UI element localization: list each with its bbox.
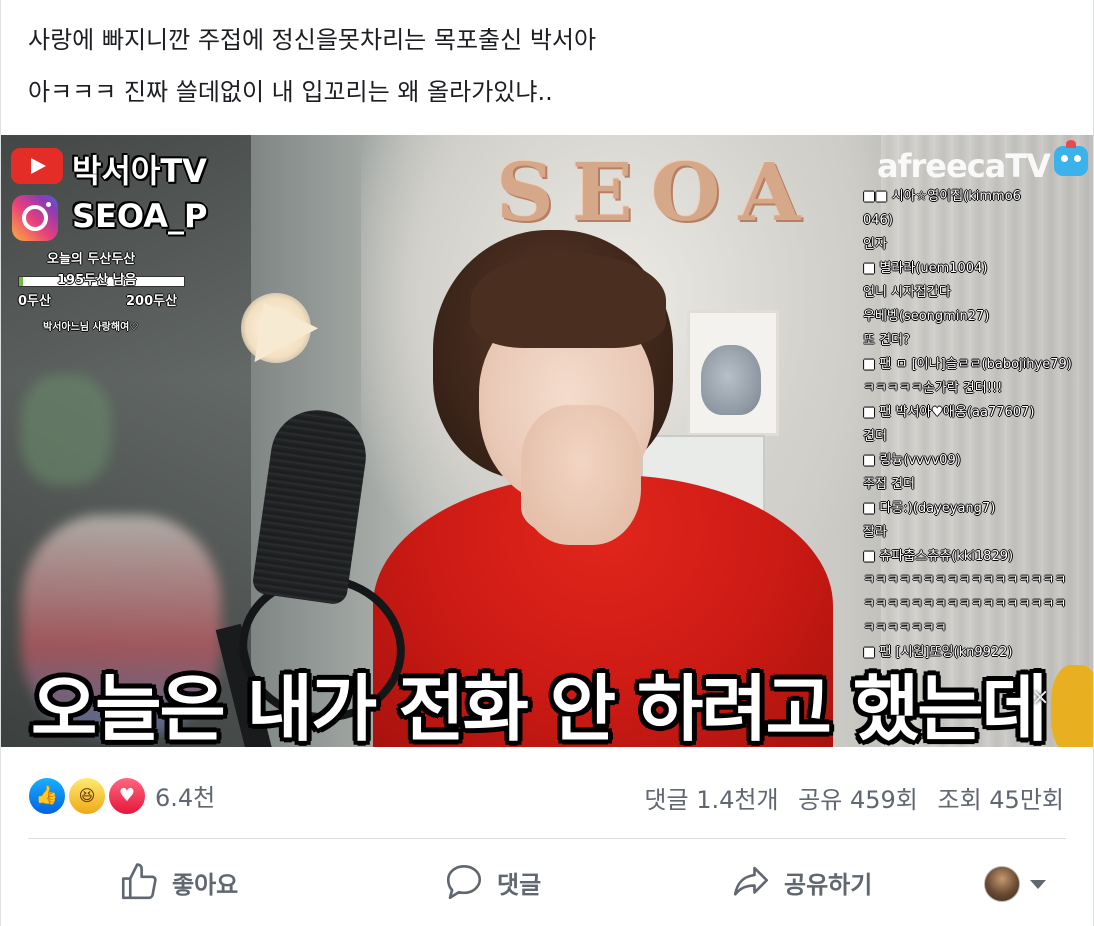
chat-line: ■■ 시아☆영이집(kimmo6 bbox=[863, 189, 1021, 204]
chat-line: ㅋㅋㅋㅋㅋㅋㅋㅋㅋㅋㅋㅋㅋㅋㅋㅋㅋ bbox=[863, 597, 1067, 612]
share-count[interactable]: 공유 459회 bbox=[798, 786, 918, 814]
afreecatv-watermark: afreecaTV bbox=[877, 147, 1051, 185]
comment-icon bbox=[446, 864, 482, 900]
like-button-label: 좋아요 bbox=[172, 870, 239, 899]
like-icon: 👍 bbox=[27, 776, 67, 816]
video-subtitle: 오늘은 내가 전화 안 하려고 했는데 bbox=[31, 667, 1048, 747]
instagram-handle: SEOA_P bbox=[72, 197, 208, 235]
chat-line: ㅋㅋㅋㅋㅋㅋㅋㅋㅋㅋㅋㅋㅋㅋㅋㅋㅋ bbox=[863, 573, 1067, 588]
goal-remaining: 195두산 남음 bbox=[57, 273, 137, 288]
comment-button-label: 댓글 bbox=[497, 870, 542, 899]
chat-line: 또 견더? bbox=[863, 333, 910, 348]
yellow-object bbox=[1051, 665, 1093, 747]
like-button[interactable]: 좋아요 bbox=[118, 852, 238, 912]
chevron-down-icon bbox=[1030, 879, 1046, 889]
chat-line: 인자 bbox=[863, 237, 887, 252]
goal-min: 0두산 bbox=[18, 294, 51, 309]
fan-caption: 박서아느님 사랑해여♡ bbox=[43, 322, 139, 333]
close-icon[interactable]: × bbox=[1031, 685, 1049, 710]
blurred-plant bbox=[21, 375, 111, 485]
comment-count[interactable]: 댓글 1.4천개 bbox=[644, 786, 778, 814]
youtube-channel-name: 박서아TV bbox=[72, 152, 207, 190]
view-count: 조회 45만회 bbox=[937, 786, 1065, 814]
chat-line: 잘라 bbox=[863, 525, 887, 540]
letter-balloons: SEOA bbox=[496, 145, 819, 239]
goal-max: 200두산 bbox=[126, 294, 178, 309]
goal-title: 오늘의 두산두산 bbox=[47, 252, 136, 267]
live-chat: ■■ 시아☆영이집(kimmo6 046) 인자 ■ 별라라(uem1004) 언니 시… bbox=[863, 185, 1088, 665]
chat-line: ■ 팬 ㅁ [이나]슬ㄹㄹ(babojihye79) bbox=[863, 357, 1072, 372]
elephant-plush bbox=[701, 345, 761, 415]
haha-icon: 😆 bbox=[67, 776, 107, 816]
chat-line: 주접 견더 bbox=[863, 477, 915, 492]
share-button-label: 공유하기 bbox=[784, 870, 873, 899]
chat-line: 언니 시자접간다 bbox=[863, 285, 951, 300]
caption-line-2: 아ㅋㅋㅋ 진짜 쓸데없이 내 입꼬리는 왜 올라가있냐.. bbox=[28, 78, 553, 106]
divider bbox=[28, 838, 1066, 839]
action-bar: 좋아요 댓글 공유하기 bbox=[1, 852, 1093, 912]
chat-line: ■ 링늉(vvvv09) bbox=[863, 453, 961, 468]
video-player[interactable]: SEOA 박서아TV SEOA_P 오늘의 두산두산 195두산 남음 0두산 … bbox=[1, 135, 1093, 747]
post-stats: 댓글 1.4천개 공유 459회 조회 45만회 bbox=[632, 780, 1064, 815]
chat-line: ㅋㅋㅋㅋㅋ손가락 견더!!! bbox=[863, 381, 1003, 396]
chat-line: 우베벵(seongmin27) bbox=[863, 309, 990, 324]
afreecatv-mascot-icon bbox=[1054, 140, 1088, 176]
instagram-icon bbox=[12, 195, 58, 241]
chat-line: ■ 다롱:)(dayeyang7) bbox=[863, 501, 996, 516]
love-icon: ♥ bbox=[107, 776, 147, 816]
thumbs-up-icon bbox=[121, 863, 157, 900]
audience-selector[interactable] bbox=[984, 866, 1046, 902]
chat-line: ㅋㅋㅋㅋㅋㅋㅋ bbox=[863, 621, 947, 636]
chat-line: ■ 츄파춥스츄츄(kki1829) bbox=[863, 549, 1014, 564]
person-hand bbox=[521, 405, 641, 545]
youtube-icon bbox=[11, 148, 63, 184]
chat-line: 046) bbox=[863, 213, 893, 228]
chat-line: ■ 별라라(uem1004) bbox=[863, 261, 988, 276]
chat-line: 견더 bbox=[863, 429, 887, 444]
chat-line: ■ 팬 박서아♥애옹(aa77607) bbox=[863, 405, 1035, 420]
share-button[interactable]: 공유하기 bbox=[730, 852, 872, 912]
caption-line-1: 사랑에 빠지니깐 주접에 정신을못차리는 목포출신 박서아 bbox=[28, 26, 597, 54]
avatar bbox=[984, 866, 1020, 902]
microphone bbox=[251, 404, 372, 606]
reaction-count[interactable]: 6.4천 bbox=[155, 778, 215, 813]
comment-button[interactable]: 댓글 bbox=[443, 852, 541, 912]
facebook-post: 사랑에 빠지니깐 주접에 정신을못차리는 목포출신 박서아 아ㅋㅋㅋ 진짜 쓸데… bbox=[0, 0, 1094, 926]
person-bangs bbox=[471, 253, 666, 348]
goal-progress-fill bbox=[19, 277, 24, 286]
post-caption: 사랑에 빠지니깐 주접에 정신을못차리는 목포출신 박서아 아ㅋㅋㅋ 진짜 쓸데… bbox=[28, 14, 596, 118]
share-arrow-icon bbox=[733, 866, 769, 896]
